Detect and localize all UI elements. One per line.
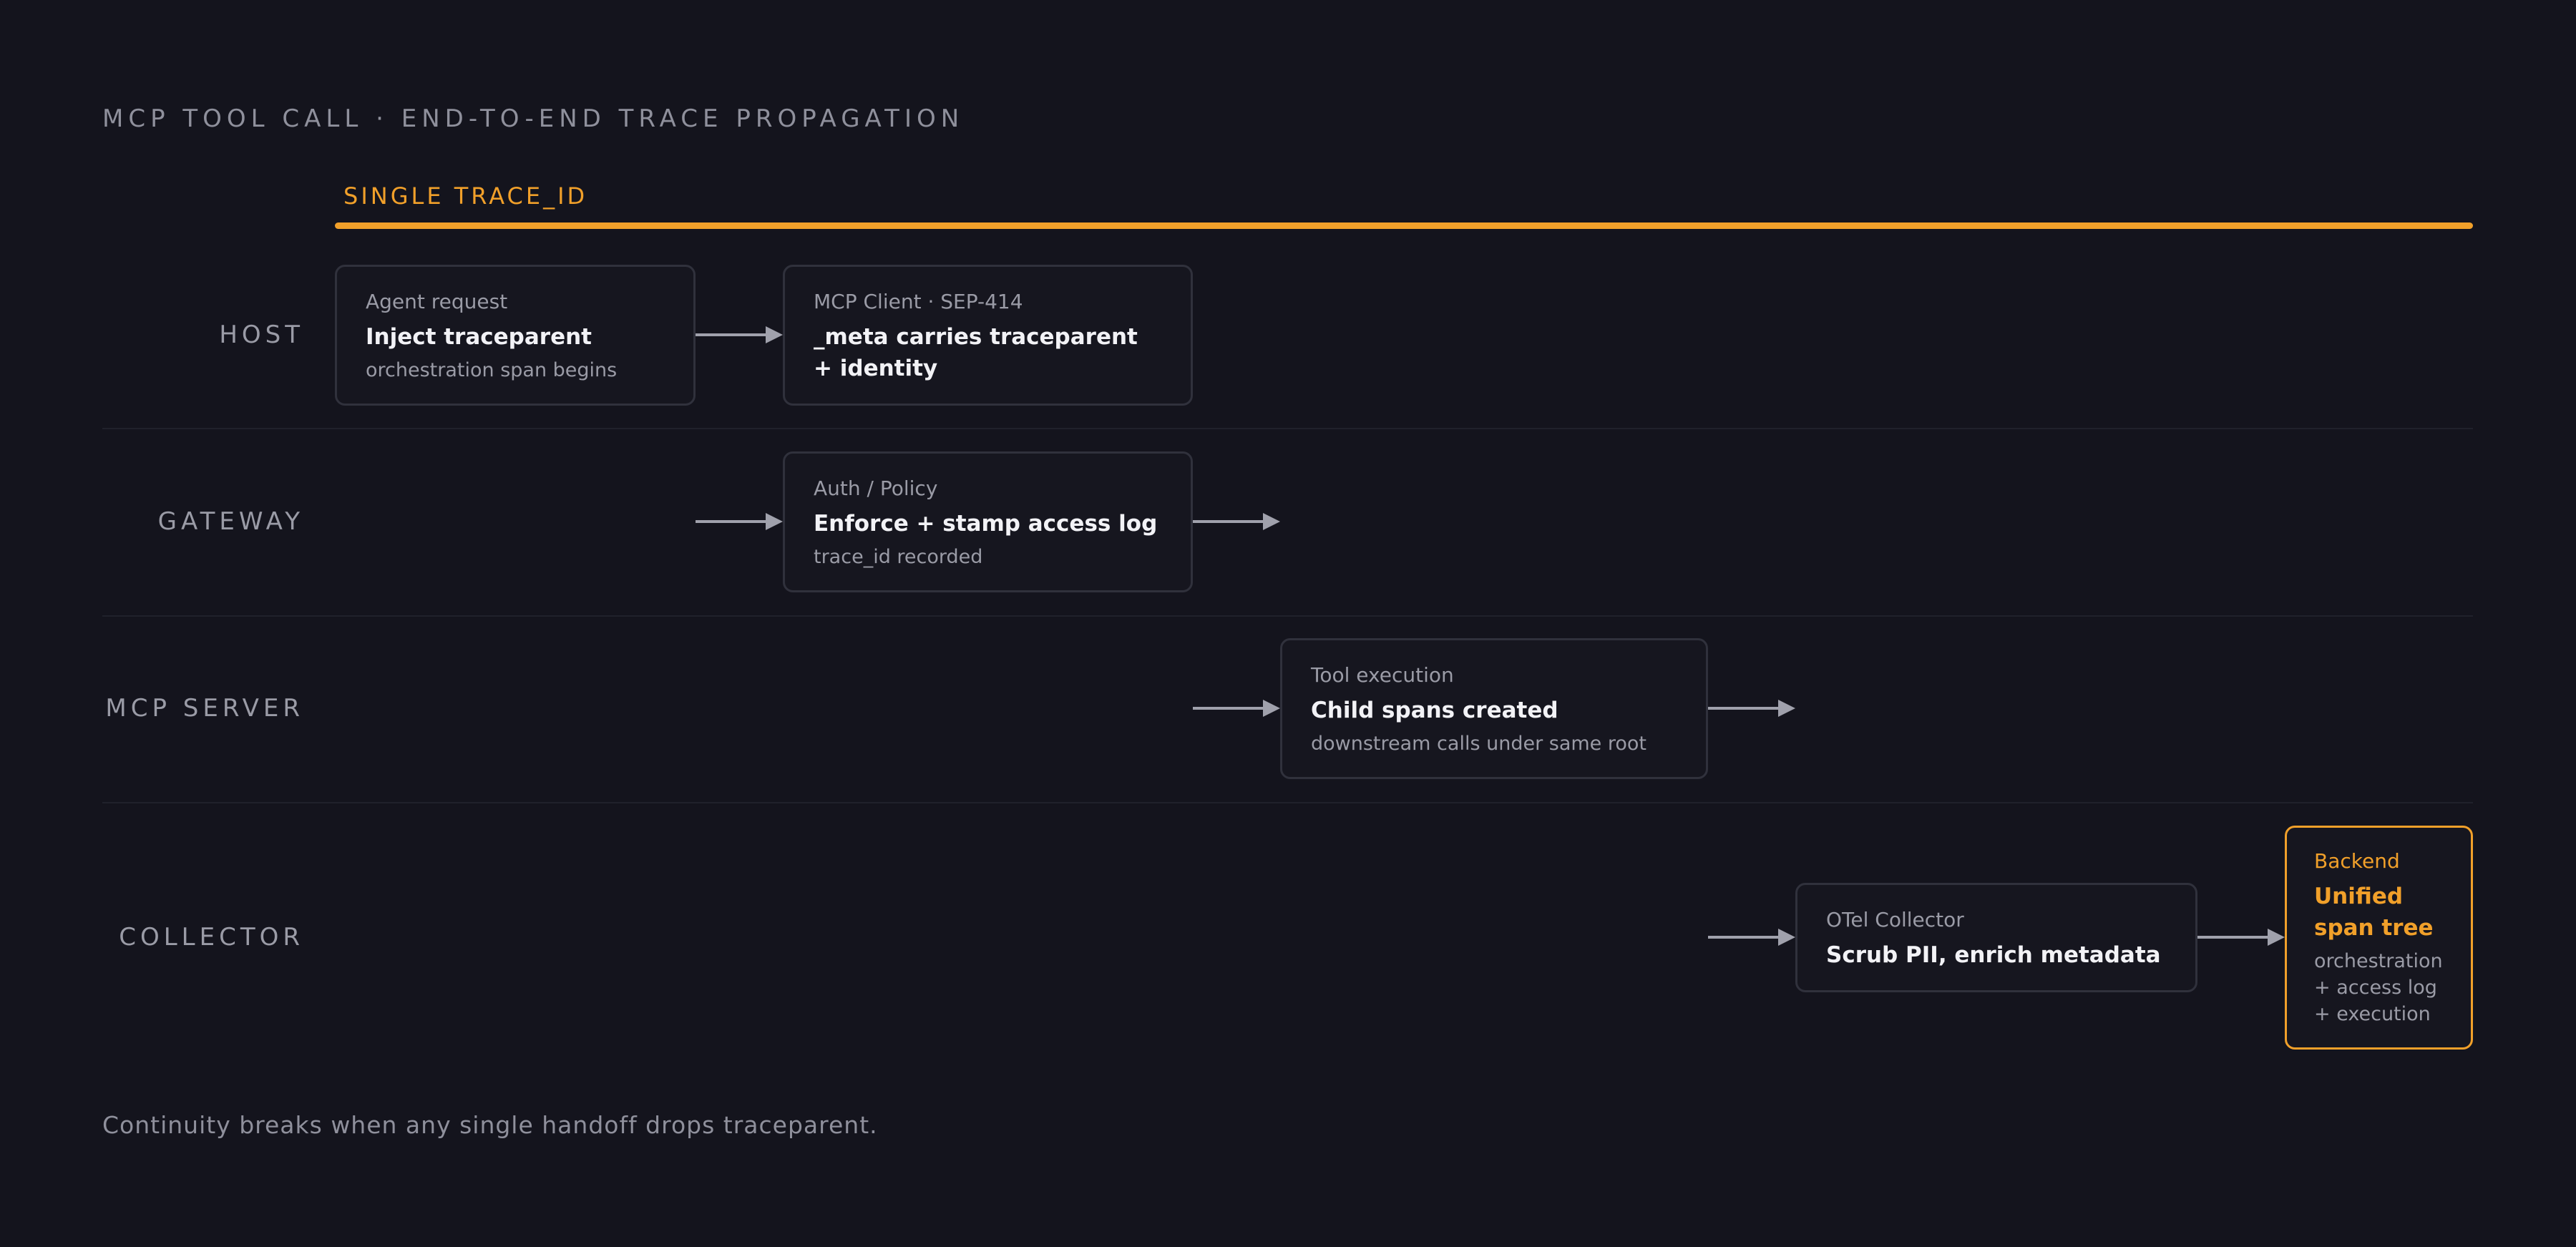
auth-policy-box: Auth / Policy Enforce + stamp access log… (783, 451, 1193, 592)
arrow-connector (696, 326, 783, 343)
trace-id-label: SINGLE TRACE_ID (343, 182, 588, 210)
tool-execution-box: Tool execution Child spans created downs… (1280, 638, 1708, 779)
lane-label-mcp-server: MCP SERVER (105, 694, 304, 723)
lane-divider (102, 615, 2473, 617)
lane-label-gateway: GATEWAY (157, 507, 304, 536)
box-kicker: OTel Collector (1826, 908, 1964, 931)
backend-box: Backend Unified span tree orchestration … (2285, 826, 2473, 1050)
arrow-connector (696, 513, 783, 530)
lane-divider (102, 802, 2473, 803)
lane-label-collector: COLLECTOR (119, 923, 304, 952)
box-kicker: Backend (2314, 849, 2400, 873)
box-main: Unified span tree (2314, 884, 2434, 941)
arrow-connector (2197, 929, 2285, 946)
mcp-client-box: MCP Client · SEP-414 _meta carries trace… (783, 265, 1193, 406)
agent-request-box: Agent request Inject traceparent orchest… (335, 265, 696, 406)
box-kicker: Auth / Policy (814, 476, 938, 500)
otel-collector-box: OTel Collector Scrub PII, enrich metadat… (1795, 883, 2197, 992)
box-sub: downstream calls under same root (1311, 733, 1646, 755)
arrow-connector (1193, 513, 1280, 530)
box-sub: orchestration + access log + execution (2314, 950, 2443, 1025)
box-main: Child spans created (1311, 698, 1558, 723)
trace-id-bar (335, 222, 2473, 229)
arrow-connector (1193, 700, 1280, 717)
footnote: Continuity breaks when any single handof… (102, 1111, 878, 1139)
lane-label-host: HOST (219, 321, 304, 349)
arrow-connector (1708, 700, 1795, 717)
lane-divider (102, 428, 2473, 429)
box-kicker: Tool execution (1311, 663, 1454, 687)
box-main: Enforce + stamp access log (814, 511, 1158, 537)
diagram-canvas: MCP TOOL CALL · END-TO-END TRACE PROPAGA… (0, 0, 2576, 1247)
diagram-title: MCP TOOL CALL · END-TO-END TRACE PROPAGA… (102, 104, 965, 133)
box-sub: trace_id recorded (814, 546, 983, 568)
box-main: Inject traceparent (366, 324, 592, 350)
arrow-connector (1708, 929, 1795, 946)
box-sub: orchestration span begins (366, 359, 618, 381)
box-kicker: Agent request (366, 290, 508, 313)
box-kicker: MCP Client · SEP-414 (814, 290, 1023, 313)
box-main: Scrub PII, enrich metadata (1826, 942, 2161, 968)
box-main: _meta carries traceparent + identity (814, 324, 1138, 381)
